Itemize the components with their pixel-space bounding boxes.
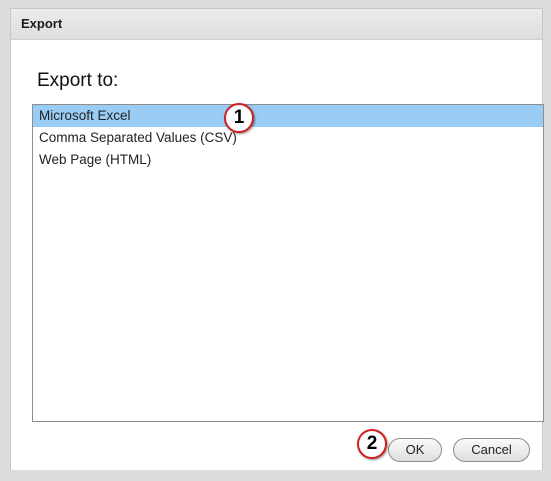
dialog-body: Export to: Microsoft Excel Comma Separat… [11, 40, 544, 470]
step-1-badge: 1 [224, 103, 254, 133]
export-format-list[interactable]: Microsoft Excel Comma Separated Values (… [32, 104, 544, 422]
dialog-footer: OK Cancel [11, 432, 542, 462]
cancel-button[interactable]: Cancel [453, 438, 530, 462]
step-2-badge: 2 [357, 429, 387, 459]
export-dialog: Export Export to: Microsoft Excel Comma … [10, 8, 544, 470]
ok-button[interactable]: OK [388, 438, 442, 462]
list-item-html[interactable]: Web Page (HTML) [33, 149, 543, 171]
dialog-title: Export [21, 16, 63, 31]
list-item-microsoft-excel[interactable]: Microsoft Excel [33, 105, 543, 127]
export-to-heading: Export to: [37, 70, 119, 91]
dialog-title-bar[interactable]: Export [11, 9, 542, 40]
list-item-csv[interactable]: Comma Separated Values (CSV) [33, 127, 543, 149]
